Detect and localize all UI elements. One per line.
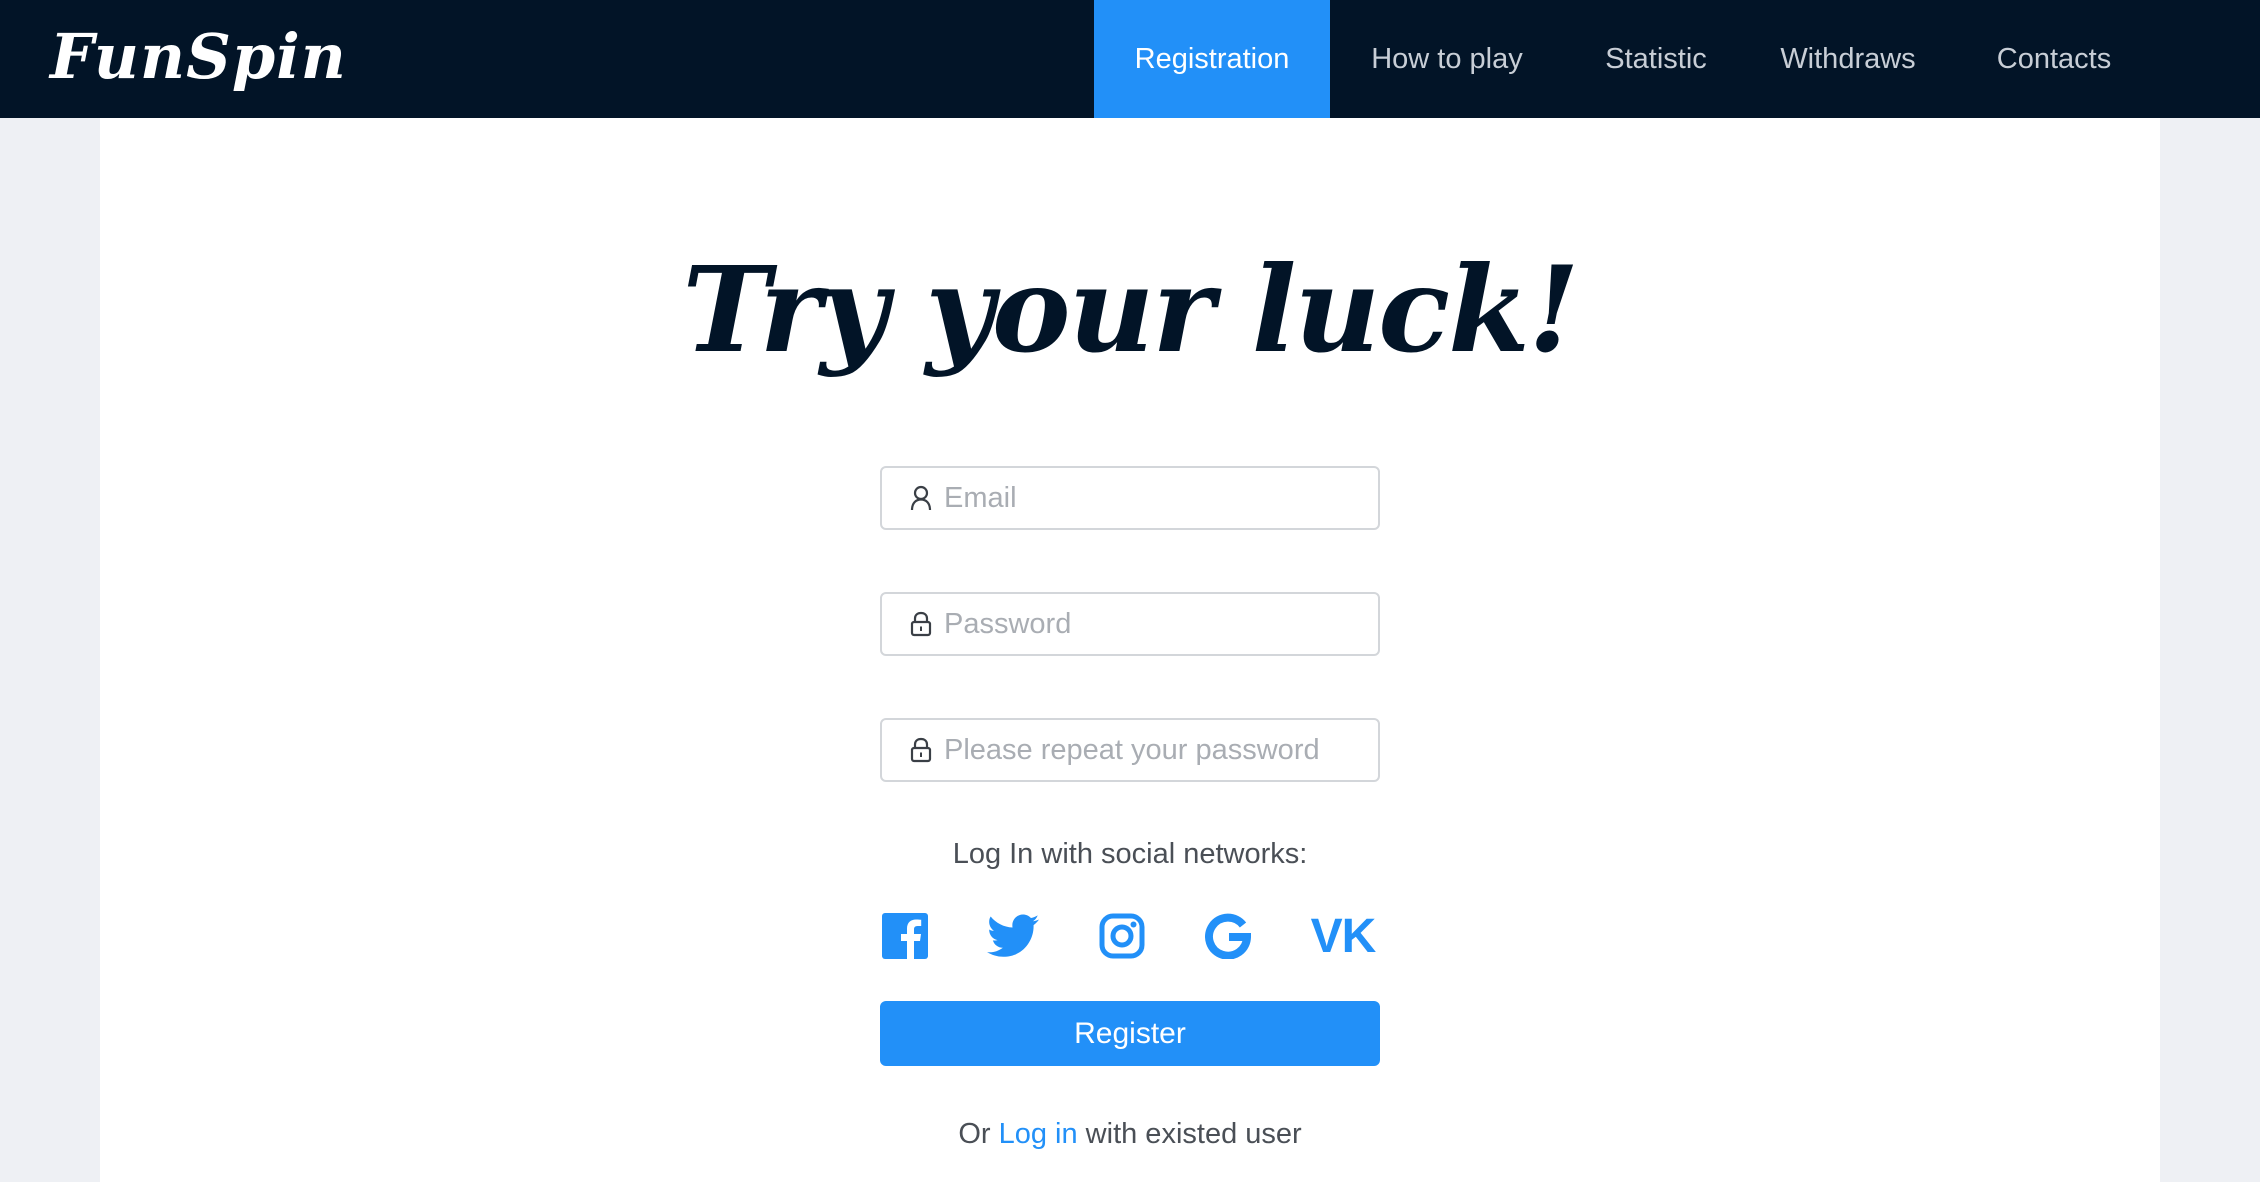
email-input[interactable] <box>944 470 1378 526</box>
login-prompt: Or Log in with existed user <box>100 1118 2160 1151</box>
password-input[interactable] <box>944 596 1378 652</box>
facebook-icon[interactable] <box>882 908 928 964</box>
social-login-label: Log In with social networks: <box>952 838 1308 870</box>
nav-withdraws[interactable]: Withdraws <box>1748 0 1948 118</box>
registration-panel: Try your luck! Lo <box>100 118 2160 1182</box>
page-title: Try your luck! <box>682 240 1579 379</box>
nav-how-to-play[interactable]: How to play <box>1330 0 1564 118</box>
logo[interactable]: FunSpin <box>50 12 347 102</box>
login-prompt-prefix: Or <box>958 1118 999 1150</box>
vk-icon[interactable]: VK <box>1306 908 1380 964</box>
twitter-icon[interactable] <box>986 908 1040 964</box>
user-icon <box>882 468 944 528</box>
nav-contacts[interactable]: Contacts <box>1948 0 2160 118</box>
social-icons: VK <box>880 908 1380 964</box>
lock-icon <box>882 594 944 654</box>
repeat-password-input[interactable] <box>944 722 1378 778</box>
login-link[interactable]: Log in <box>999 1118 1078 1150</box>
email-field[interactable] <box>880 466 1380 530</box>
login-prompt-suffix: with existed user <box>1077 1118 1302 1150</box>
google-icon[interactable] <box>1203 908 1253 964</box>
register-button[interactable]: Register <box>880 1001 1380 1066</box>
top-navbar: FunSpin Registration How to play Statist… <box>0 0 2260 118</box>
lock-icon <box>882 720 944 780</box>
repeat-password-field[interactable] <box>880 718 1380 782</box>
password-field[interactable] <box>880 592 1380 656</box>
nav-statistic[interactable]: Statistic <box>1564 0 1748 118</box>
instagram-icon[interactable] <box>1098 908 1146 964</box>
main-nav: Registration How to play Statistic Withd… <box>1094 0 2160 118</box>
nav-registration[interactable]: Registration <box>1094 0 1330 118</box>
